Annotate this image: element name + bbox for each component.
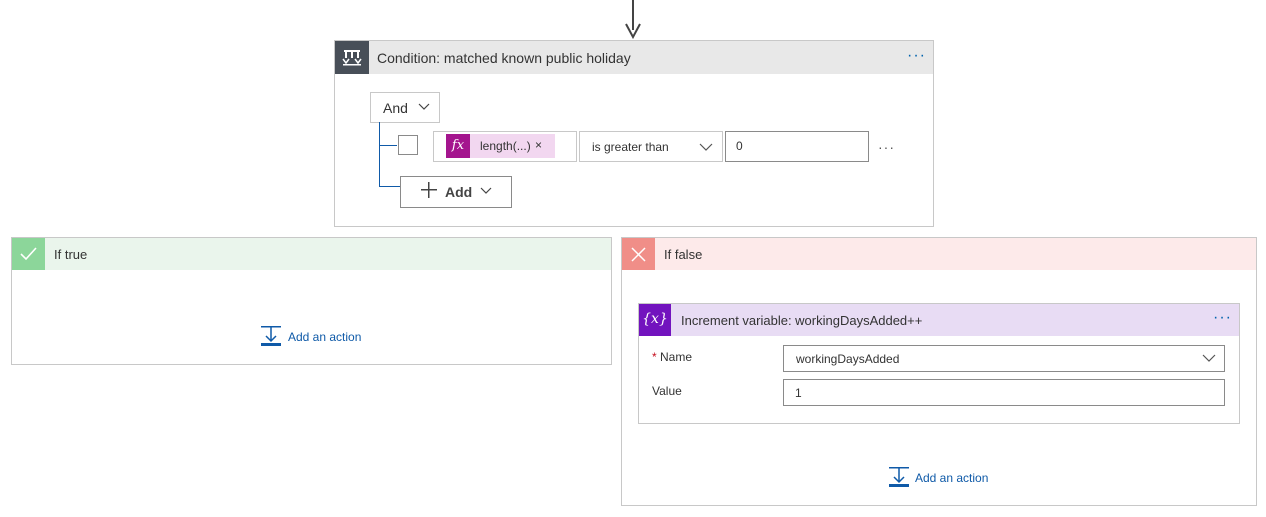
operator-label: is greater than (592, 140, 669, 154)
tree-line (379, 186, 401, 187)
name-field-label: * Name (652, 350, 692, 364)
condition-more-icon[interactable]: ··· (907, 48, 926, 64)
variable-icon: {x} (639, 304, 671, 336)
add-action-icon[interactable] (888, 466, 910, 488)
close-icon (622, 238, 655, 270)
chevron-down-icon (480, 187, 492, 194)
condition-header[interactable]: Condition: matched known public holiday (335, 41, 933, 74)
if-false-title: If false (664, 247, 703, 262)
value-field-label: Value (652, 384, 682, 398)
if-true-header[interactable] (12, 238, 611, 270)
if-false-add-action-link[interactable]: Add an action (915, 471, 988, 485)
chevron-down-icon (1202, 354, 1216, 362)
group-operator-dropdown[interactable]: And (370, 92, 440, 123)
chevron-down-icon (699, 143, 713, 151)
if-false-header[interactable] (622, 238, 1256, 270)
increment-value: 1 (795, 386, 802, 400)
row-more-icon[interactable]: ··· (878, 140, 895, 154)
increment-variable-title: Increment variable: workingDaysAdded++ (681, 313, 923, 328)
increment-more-icon[interactable]: ··· (1213, 310, 1232, 326)
condition-title: Condition: matched known public holiday (377, 50, 631, 66)
if-true-title: If true (54, 247, 88, 262)
expression-token-label: length(...) (480, 139, 531, 153)
checkmark-icon (12, 238, 45, 270)
variable-name-value: workingDaysAdded (796, 352, 900, 366)
if-true-add-action-link[interactable]: Add an action (288, 330, 361, 344)
tree-line (379, 145, 397, 146)
plus-icon (420, 181, 438, 203)
fx-icon: fx (446, 134, 470, 158)
chevron-down-icon (418, 103, 430, 110)
comparison-value: 0 (736, 139, 743, 153)
group-operator-label: And (383, 100, 408, 116)
remove-token-icon[interactable]: × (535, 138, 542, 152)
add-condition-label: Add (445, 184, 473, 200)
row-select-checkbox[interactable] (398, 135, 418, 155)
name-label-text: Name (660, 350, 693, 364)
condition-icon (335, 41, 369, 74)
arrow-down-icon (625, 23, 641, 40)
tree-line (379, 122, 380, 186)
increment-value-input[interactable] (783, 379, 1225, 406)
comparison-value-input[interactable] (725, 131, 869, 162)
add-action-icon[interactable] (260, 325, 282, 347)
required-mark: * (652, 350, 657, 364)
